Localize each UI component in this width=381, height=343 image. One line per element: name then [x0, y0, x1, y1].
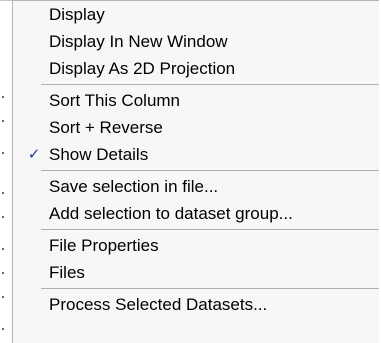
underlying-window-tick	[2, 192, 4, 194]
menu-item-label: Display As 2D Projection	[49, 59, 236, 78]
menu-item-label: Files	[49, 263, 85, 282]
underlying-window-tick	[2, 296, 4, 298]
menu-separator	[41, 84, 379, 85]
menu-item-file-properties[interactable]: File Properties	[13, 232, 379, 259]
underlying-window-tick	[2, 120, 4, 122]
underlying-window-tick	[2, 152, 4, 154]
menu-item-display-as-2d-projection[interactable]: Display As 2D Projection	[13, 55, 379, 82]
underlying-window-tick	[2, 272, 4, 274]
menu-item-add-selection-to-dataset-group[interactable]: Add selection to dataset group...	[13, 200, 379, 227]
checkmark-icon: ✓	[27, 145, 41, 163]
menu-item-label: File Properties	[49, 236, 159, 255]
underlying-window-tick	[2, 328, 4, 330]
menu-item-label: Sort + Reverse	[49, 118, 163, 137]
menu-separator	[41, 288, 379, 289]
menu-item-sort-reverse[interactable]: Sort + Reverse	[13, 114, 379, 141]
menu-item-label: Add selection to dataset group...	[49, 204, 293, 223]
menu-item-display-in-new-window[interactable]: Display In New Window	[13, 28, 379, 55]
menu-item-label: Display	[49, 5, 105, 24]
underlying-window-tick	[2, 96, 4, 98]
underlying-window-tick	[2, 248, 4, 250]
menu-item-files[interactable]: Files	[13, 259, 379, 286]
menu-item-label: Show Details	[49, 145, 149, 164]
underlying-window-tick	[2, 216, 4, 218]
menu-item-save-selection-in-file[interactable]: Save selection in file...	[13, 173, 379, 200]
menu-separator	[41, 229, 379, 230]
menu-item-label: Save selection in file...	[49, 177, 219, 196]
menu-item-sort-this-column[interactable]: Sort This Column	[13, 87, 379, 114]
menu-item-label: Display In New Window	[49, 32, 228, 51]
menu-item-show-details[interactable]: ✓ Show Details	[13, 141, 379, 168]
menu-item-label: Sort This Column	[49, 91, 181, 110]
menu-item-display[interactable]: Display	[13, 1, 379, 28]
menu-item-label: Process Selected Datasets...	[49, 295, 268, 314]
context-menu: Display Display In New Window Display As…	[12, 0, 379, 343]
menu-item-process-selected-datasets[interactable]: Process Selected Datasets...	[13, 291, 379, 318]
menu-separator	[41, 170, 379, 171]
underlying-window-edge	[0, 0, 14, 343]
